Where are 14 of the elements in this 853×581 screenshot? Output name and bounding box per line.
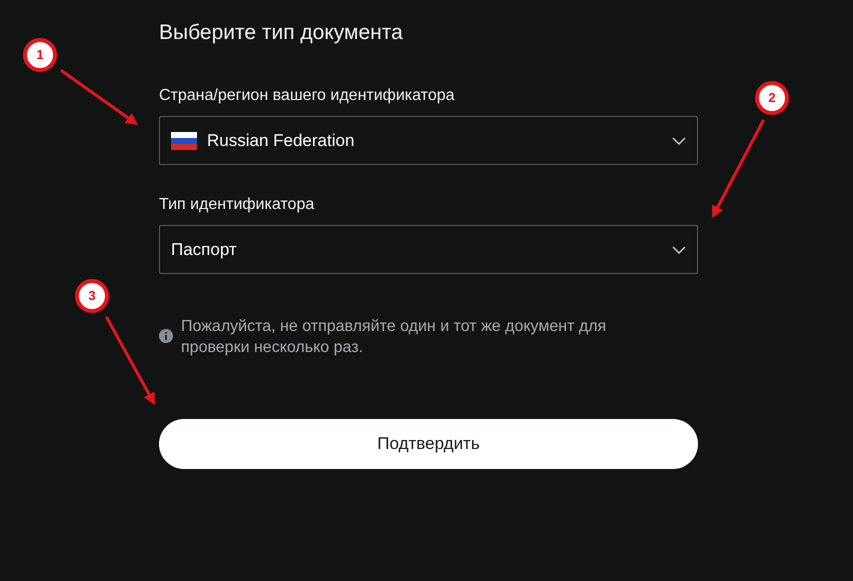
chevron-down-icon	[672, 246, 686, 254]
chevron-down-icon	[672, 136, 686, 144]
select-field[interactable]: Паспорт	[159, 225, 698, 274]
notice-text: Пожалуйста, не отправляйте один и тот же документ для проверки несколько раз.	[181, 317, 608, 358]
step-marker: 1	[23, 38, 57, 72]
select-field[interactable]: Russian Federation	[159, 116, 698, 165]
submit-button[interactable]: Подтвердить	[159, 419, 698, 469]
field-label: Страна/регион вашего идентификатора	[159, 86, 456, 106]
step-marker: 2	[755, 81, 789, 115]
flag-icon	[171, 132, 197, 150]
step-marker: 3	[75, 279, 109, 313]
info-icon	[159, 329, 173, 343]
page-title: Выберите тип документа	[159, 20, 404, 46]
field-label: Тип идентификатора	[159, 195, 316, 215]
